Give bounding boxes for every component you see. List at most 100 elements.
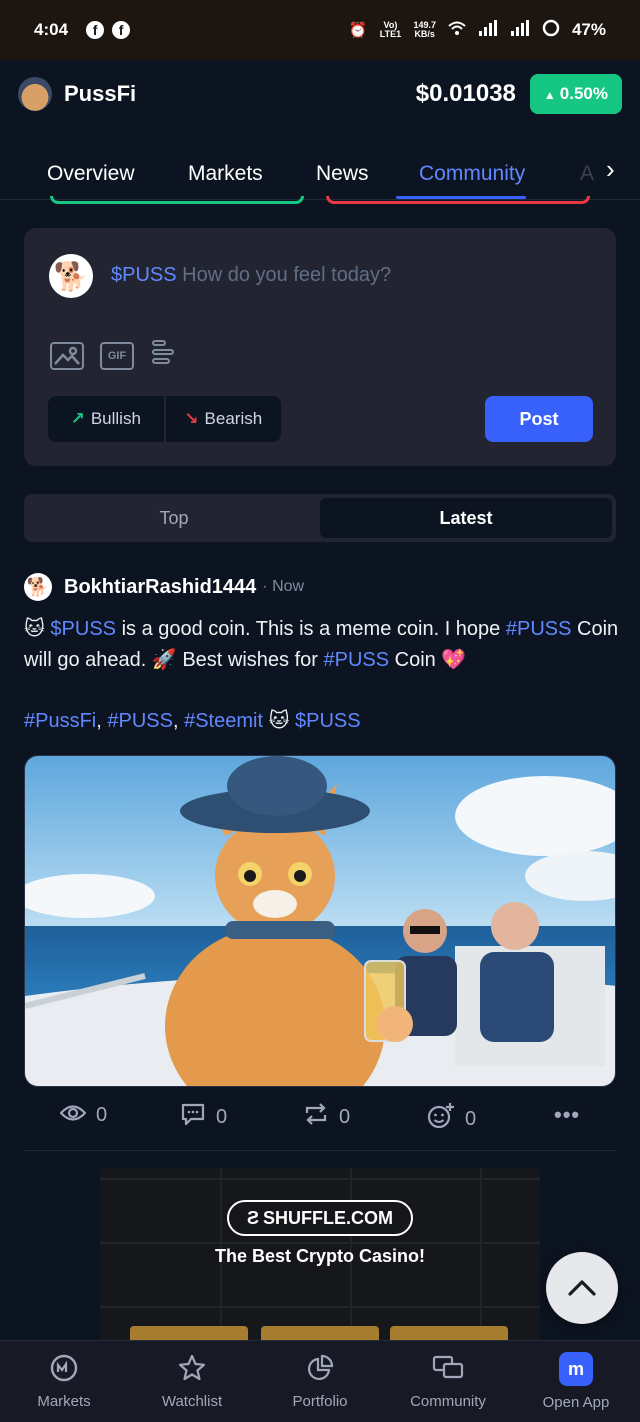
- post-actions: 0 0 0 0 •••: [0, 1098, 640, 1134]
- coin-header: PussFi $0.01038 ▲ 0.50%: [0, 60, 640, 128]
- hashtag-link[interactable]: #PUSS: [506, 618, 572, 640]
- network-label: Vo) LTE1: [379, 20, 402, 39]
- status-time: 4:04: [34, 20, 69, 39]
- divider: [24, 1150, 616, 1151]
- poll-icon[interactable]: [152, 340, 178, 372]
- gif-icon[interactable]: GIF: [100, 342, 134, 370]
- ad-banner[interactable]: Ƨ SHUFFLE.COM The Best Crypto Casino!: [100, 1168, 540, 1340]
- facebook-icon: f: [112, 21, 131, 39]
- speed-unit: KB/s: [414, 29, 435, 39]
- react-button[interactable]: 0: [427, 1102, 476, 1136]
- signal-icon: [478, 19, 498, 41]
- ticker-link[interactable]: $PUSS: [295, 710, 361, 732]
- bearish-bar-peek: [326, 196, 590, 204]
- image-icon[interactable]: [50, 342, 84, 370]
- nav-community-label: Community: [410, 1393, 486, 1410]
- post-username[interactable]: BokhtiarRashid1444: [64, 576, 256, 599]
- hashtag-link[interactable]: #PUSS: [323, 649, 389, 671]
- coin-price: $0.01038: [415, 80, 516, 107]
- ad-decoration: [261, 1326, 379, 1340]
- comment-button[interactable]: 0: [180, 1102, 227, 1132]
- repost-icon: [303, 1102, 329, 1132]
- avatar[interactable]: 🐕: [24, 573, 52, 601]
- nav-portfolio[interactable]: Portfolio: [256, 1341, 384, 1422]
- cat-emoji-icon: 🐱: [268, 710, 290, 732]
- post-button[interactable]: Post: [485, 396, 593, 442]
- comment-count: 0: [216, 1105, 228, 1128]
- comment-icon: [180, 1102, 206, 1132]
- user-avatar: 🐕: [49, 254, 93, 298]
- post-tags: #PussFi, #PUSS, #Steemit 🐱 $PUSS: [24, 710, 361, 732]
- bearish-button[interactable]: ↘ Bearish: [163, 396, 282, 442]
- ad-decoration: [130, 1326, 248, 1340]
- post-text: is a good coin. This is a meme coin. I h…: [116, 618, 506, 640]
- composer-ticker: $PUSS: [111, 264, 177, 286]
- price-change-value: 0.50%: [559, 84, 608, 103]
- post-time: · Now: [262, 578, 305, 595]
- repost-count: 0: [339, 1105, 351, 1128]
- tab-overflow[interactable]: A: [580, 162, 594, 186]
- arrow-up-icon: ▲: [543, 88, 556, 102]
- hashtag-link[interactable]: #Steemit: [184, 710, 263, 732]
- alarm-icon: ⏰: [348, 22, 368, 39]
- nav-community[interactable]: Community: [384, 1341, 512, 1422]
- views-count: 0: [96, 1103, 108, 1126]
- repost-button[interactable]: 0: [303, 1102, 350, 1132]
- network-speed: 149.7 KB/s: [413, 21, 436, 39]
- bullish-bar-peek: [50, 196, 304, 204]
- feed-toggle: Top Latest: [24, 494, 616, 542]
- coin-logo: [18, 77, 52, 111]
- status-right: ⏰ Vo) LTE1 149.7 KB/s 47%: [349, 19, 606, 42]
- star-icon: [177, 1353, 207, 1385]
- reaction-count: 0: [465, 1107, 477, 1130]
- ad-tagline: The Best Crypto Casino!: [214, 1246, 426, 1266]
- status-bar: 4:04 f f ⏰ Vo) LTE1 149.7 KB/s 47%: [0, 0, 640, 60]
- nav-open-app[interactable]: m Open App: [512, 1341, 640, 1422]
- sentiment-selector: ↗ Bullish ↘ Bearish: [48, 396, 281, 442]
- nav-markets-label: Markets: [37, 1393, 91, 1410]
- trend-down-icon: ↘: [184, 409, 199, 428]
- more-options-icon[interactable]: •••: [554, 1102, 580, 1128]
- scroll-to-top-button[interactable]: [546, 1252, 618, 1324]
- chevron-up-icon: [568, 1280, 596, 1296]
- tab-overview[interactable]: Overview: [47, 162, 135, 186]
- price-change-badge: ▲ 0.50%: [529, 74, 622, 114]
- chat-icon: [432, 1353, 464, 1385]
- latest-toggle[interactable]: Latest: [320, 498, 612, 538]
- tab-news[interactable]: News: [316, 162, 369, 186]
- composer-input[interactable]: $PUSS How do you feel today?: [111, 264, 391, 287]
- post-body: 🐱 $PUSS is a good coin. This is a meme c…: [24, 614, 620, 676]
- facebook-icon: f: [86, 21, 105, 39]
- hashtag-link[interactable]: #PUSS: [107, 710, 173, 732]
- tab-bar: Overview Markets News Community A ›: [0, 140, 640, 200]
- cat-emoji-icon: 🐱: [24, 618, 45, 640]
- cmc-logo-icon: m: [559, 1352, 593, 1386]
- shuffle-logo-icon: Ƨ: [246, 1207, 259, 1228]
- chevron-right-icon[interactable]: ›: [606, 154, 615, 185]
- bottom-nav: Markets Watchlist Portfolio Community m …: [0, 1340, 640, 1422]
- markets-icon: [49, 1353, 79, 1385]
- top-toggle[interactable]: Top: [28, 498, 320, 538]
- bullish-button[interactable]: ↗ Bullish: [48, 396, 164, 442]
- nav-watchlist[interactable]: Watchlist: [128, 1341, 256, 1422]
- post-header: 🐕 BokhtiarRashid1444 · Now: [24, 572, 304, 602]
- tab-community[interactable]: Community: [419, 162, 525, 186]
- battery-icon: [542, 19, 560, 42]
- battery-level: 47%: [571, 20, 606, 39]
- nav-watchlist-label: Watchlist: [161, 1393, 223, 1410]
- nav-portfolio-label: Portfolio: [292, 1393, 348, 1410]
- coin-name: PussFi: [64, 81, 137, 106]
- nav-open-app-label: Open App: [542, 1394, 610, 1411]
- hashtag-link[interactable]: #PussFi: [24, 710, 96, 732]
- signal-icon: [510, 19, 530, 41]
- eye-icon: [59, 1102, 87, 1128]
- views-stat: 0: [59, 1102, 108, 1128]
- ad-brand: SHUFFLE.COM: [263, 1207, 393, 1228]
- trend-up-icon: ↗: [70, 409, 85, 428]
- ticker-link[interactable]: $PUSS: [50, 618, 116, 640]
- post-image[interactable]: [24, 755, 616, 1087]
- nav-markets[interactable]: Markets: [0, 1341, 128, 1422]
- bullish-label: Bullish: [90, 409, 141, 428]
- tab-markets[interactable]: Markets: [188, 162, 263, 186]
- post-text: Coin 💖: [389, 649, 467, 671]
